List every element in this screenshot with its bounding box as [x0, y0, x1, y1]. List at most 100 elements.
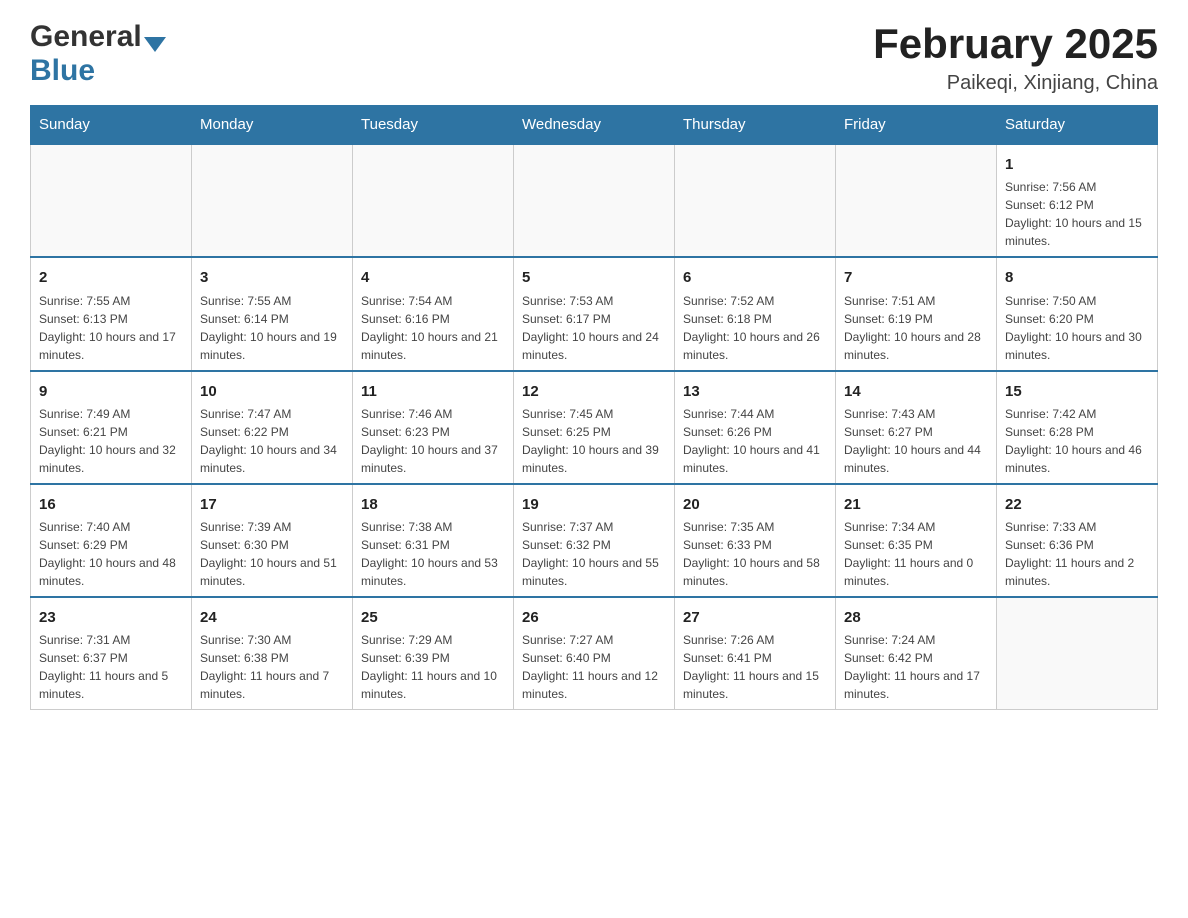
month-title: February 2025 — [873, 20, 1158, 68]
weekday-header-sunday: Sunday — [31, 106, 192, 145]
weekday-header-thursday: Thursday — [675, 106, 836, 145]
day-info: Sunrise: 7:44 AMSunset: 6:26 PMDaylight:… — [683, 405, 827, 477]
calendar-cell: 16Sunrise: 7:40 AMSunset: 6:29 PMDayligh… — [31, 484, 192, 597]
calendar-cell: 21Sunrise: 7:34 AMSunset: 6:35 PMDayligh… — [836, 484, 997, 597]
day-number: 18 — [361, 493, 505, 516]
day-info: Sunrise: 7:34 AMSunset: 6:35 PMDaylight:… — [844, 518, 988, 590]
day-number: 6 — [683, 266, 827, 289]
calendar-cell: 14Sunrise: 7:43 AMSunset: 6:27 PMDayligh… — [836, 371, 997, 484]
calendar-cell: 28Sunrise: 7:24 AMSunset: 6:42 PMDayligh… — [836, 597, 997, 710]
calendar-cell: 27Sunrise: 7:26 AMSunset: 6:41 PMDayligh… — [675, 597, 836, 710]
logo-blue-text: Blue — [30, 54, 95, 87]
day-info: Sunrise: 7:37 AMSunset: 6:32 PMDaylight:… — [522, 518, 666, 590]
calendar-cell: 26Sunrise: 7:27 AMSunset: 6:40 PMDayligh… — [514, 597, 675, 710]
calendar-cell — [514, 144, 675, 257]
calendar-cell: 1Sunrise: 7:56 AMSunset: 6:12 PMDaylight… — [997, 144, 1158, 257]
day-info: Sunrise: 7:47 AMSunset: 6:22 PMDaylight:… — [200, 405, 344, 477]
day-number: 3 — [200, 266, 344, 289]
day-number: 28 — [844, 606, 988, 629]
day-info: Sunrise: 7:24 AMSunset: 6:42 PMDaylight:… — [844, 631, 988, 703]
day-number: 9 — [39, 380, 183, 403]
calendar-cell — [836, 144, 997, 257]
day-info: Sunrise: 7:46 AMSunset: 6:23 PMDaylight:… — [361, 405, 505, 477]
weekday-header-monday: Monday — [192, 106, 353, 145]
calendar-cell: 10Sunrise: 7:47 AMSunset: 6:22 PMDayligh… — [192, 371, 353, 484]
calendar-cell: 17Sunrise: 7:39 AMSunset: 6:30 PMDayligh… — [192, 484, 353, 597]
calendar-cell — [675, 144, 836, 257]
calendar-cell: 23Sunrise: 7:31 AMSunset: 6:37 PMDayligh… — [31, 597, 192, 710]
day-number: 17 — [200, 493, 344, 516]
calendar-cell: 4 Sunrise: 7:54 AMSunset: 6:16 PMDaylight… — [353, 257, 514, 370]
weekday-header-tuesday: Tuesday — [353, 106, 514, 145]
calendar-cell — [997, 597, 1158, 710]
day-info: Sunrise: 7:55 AMSunset: 6:14 PMDaylight:… — [200, 292, 344, 364]
day-number: 26 — [522, 606, 666, 629]
day-number: 11 — [361, 380, 505, 403]
calendar-cell: 7 Sunrise: 7:51 AMSunset: 6:19 PMDaylight… — [836, 257, 997, 370]
calendar-cell — [192, 144, 353, 257]
day-info: Sunrise: 7:29 AMSunset: 6:39 PMDaylight:… — [361, 631, 505, 703]
calendar-header-row: SundayMondayTuesdayWednesdayThursdayFrid… — [31, 106, 1158, 145]
calendar-table: SundayMondayTuesdayWednesdayThursdayFrid… — [30, 105, 1158, 710]
day-info: Sunrise: 7:27 AMSunset: 6:40 PMDaylight:… — [522, 631, 666, 703]
calendar-cell: 2 Sunrise: 7:55 AMSunset: 6:13 PMDaylight… — [31, 257, 192, 370]
calendar-cell: 20Sunrise: 7:35 AMSunset: 6:33 PMDayligh… — [675, 484, 836, 597]
calendar-cell: 18Sunrise: 7:38 AMSunset: 6:31 PMDayligh… — [353, 484, 514, 597]
day-info: Sunrise: 7:53 AMSunset: 6:17 PMDaylight:… — [522, 292, 666, 364]
day-info: Sunrise: 7:33 AMSunset: 6:36 PMDaylight:… — [1005, 518, 1149, 590]
day-info: Sunrise: 7:56 AMSunset: 6:12 PMDaylight:… — [1005, 178, 1149, 250]
title-area: February 2025 Paikeqi, Xinjiang, China — [873, 20, 1158, 95]
day-info: Sunrise: 7:26 AMSunset: 6:41 PMDaylight:… — [683, 631, 827, 703]
day-number: 19 — [522, 493, 666, 516]
day-number: 12 — [522, 380, 666, 403]
day-info: Sunrise: 7:55 AMSunset: 6:13 PMDaylight:… — [39, 292, 183, 364]
calendar-cell — [353, 144, 514, 257]
day-info: Sunrise: 7:42 AMSunset: 6:28 PMDaylight:… — [1005, 405, 1149, 477]
day-info: Sunrise: 7:35 AMSunset: 6:33 PMDaylight:… — [683, 518, 827, 590]
calendar-cell: 8 Sunrise: 7:50 AMSunset: 6:20 PMDaylight… — [997, 257, 1158, 370]
day-number: 4 — [361, 266, 505, 289]
day-info: Sunrise: 7:50 AMSunset: 6:20 PMDaylight:… — [1005, 292, 1149, 364]
day-info: Sunrise: 7:43 AMSunset: 6:27 PMDaylight:… — [844, 405, 988, 477]
day-info: Sunrise: 7:52 AMSunset: 6:18 PMDaylight:… — [683, 292, 827, 364]
day-number: 27 — [683, 606, 827, 629]
calendar-cell: 5 Sunrise: 7:53 AMSunset: 6:17 PMDaylight… — [514, 257, 675, 370]
day-info: Sunrise: 7:31 AMSunset: 6:37 PMDaylight:… — [39, 631, 183, 703]
day-number: 14 — [844, 380, 988, 403]
day-number: 16 — [39, 493, 183, 516]
day-number: 7 — [844, 266, 988, 289]
page-header: General Blue February 2025 Paikeqi, Xinj… — [30, 20, 1158, 95]
weekday-header-friday: Friday — [836, 106, 997, 145]
calendar-cell: 13Sunrise: 7:44 AMSunset: 6:26 PMDayligh… — [675, 371, 836, 484]
calendar-cell: 15Sunrise: 7:42 AMSunset: 6:28 PMDayligh… — [997, 371, 1158, 484]
calendar-cell: 11Sunrise: 7:46 AMSunset: 6:23 PMDayligh… — [353, 371, 514, 484]
calendar-cell: 24Sunrise: 7:30 AMSunset: 6:38 PMDayligh… — [192, 597, 353, 710]
day-number: 2 — [39, 266, 183, 289]
day-number: 5 — [522, 266, 666, 289]
day-info: Sunrise: 7:49 AMSunset: 6:21 PMDaylight:… — [39, 405, 183, 477]
day-info: Sunrise: 7:30 AMSunset: 6:38 PMDaylight:… — [200, 631, 344, 703]
day-info: Sunrise: 7:54 AMSunset: 6:16 PMDaylight:… — [361, 292, 505, 364]
logo: General Blue — [30, 20, 166, 88]
calendar-week-row: 23Sunrise: 7:31 AMSunset: 6:37 PMDayligh… — [31, 597, 1158, 710]
calendar-week-row: 9Sunrise: 7:49 AMSunset: 6:21 PMDaylight… — [31, 371, 1158, 484]
day-number: 25 — [361, 606, 505, 629]
day-number: 24 — [200, 606, 344, 629]
day-number: 10 — [200, 380, 344, 403]
day-info: Sunrise: 7:51 AMSunset: 6:19 PMDaylight:… — [844, 292, 988, 364]
calendar-cell: 6 Sunrise: 7:52 AMSunset: 6:18 PMDaylight… — [675, 257, 836, 370]
calendar-cell: 22Sunrise: 7:33 AMSunset: 6:36 PMDayligh… — [997, 484, 1158, 597]
logo-triangle-icon — [144, 37, 166, 52]
calendar-cell: 9Sunrise: 7:49 AMSunset: 6:21 PMDaylight… — [31, 371, 192, 484]
logo-general-text: General — [30, 20, 142, 54]
day-number: 20 — [683, 493, 827, 516]
calendar-cell: 3 Sunrise: 7:55 AMSunset: 6:14 PMDaylight… — [192, 257, 353, 370]
day-number: 23 — [39, 606, 183, 629]
calendar-week-row: 1Sunrise: 7:56 AMSunset: 6:12 PMDaylight… — [31, 144, 1158, 257]
day-info: Sunrise: 7:40 AMSunset: 6:29 PMDaylight:… — [39, 518, 183, 590]
day-info: Sunrise: 7:45 AMSunset: 6:25 PMDaylight:… — [522, 405, 666, 477]
calendar-week-row: 2 Sunrise: 7:55 AMSunset: 6:13 PMDaylight… — [31, 257, 1158, 370]
location-title: Paikeqi, Xinjiang, China — [873, 72, 1158, 95]
day-number: 8 — [1005, 266, 1149, 289]
day-number: 22 — [1005, 493, 1149, 516]
